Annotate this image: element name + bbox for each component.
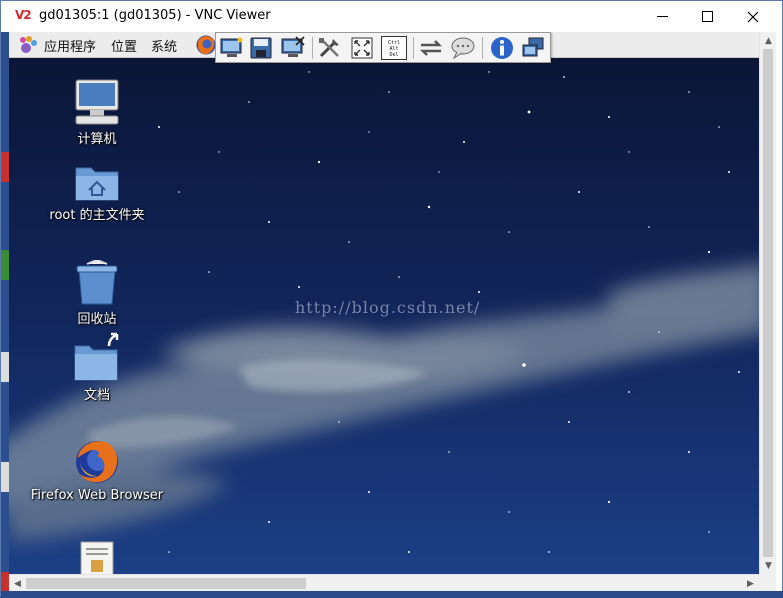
desktop-icon-label: Firefox Web Browser	[30, 488, 164, 503]
toolbar-separator	[413, 37, 414, 59]
desktop-icon-document[interactable]	[27, 540, 167, 574]
desktop-icon-label: 文档	[83, 388, 110, 403]
menu-places[interactable]: 位置	[111, 36, 137, 55]
vnc-toolbar: Ctrl Alt Del	[215, 32, 551, 63]
gnome-foot-icon[interactable]	[17, 35, 39, 55]
horizontal-scrollbar[interactable]: ◀ ▶	[9, 574, 759, 591]
minimize-icon	[656, 16, 668, 17]
maximize-button[interactable]	[684, 1, 730, 32]
documents-folder-icon	[74, 332, 119, 381]
toolbar-separator	[482, 37, 483, 59]
close-connection-icon[interactable]	[280, 36, 306, 60]
desktop-icon-label: 计算机	[77, 132, 117, 147]
window-title: gd01305:1 (gd01305) - VNC Viewer	[39, 8, 271, 23]
close-icon	[747, 11, 759, 22]
desktop-icon-label: root 的主文件夹	[49, 208, 145, 223]
del-label: Del	[389, 52, 399, 58]
maximize-icon	[701, 11, 713, 22]
vertical-scrollbar[interactable]: ▲ ▼	[759, 32, 776, 574]
scroll-left-arrow-icon[interactable]: ◀	[9, 575, 26, 592]
desktop-icon-documents[interactable]: 文档	[27, 330, 167, 403]
options-icon[interactable]	[317, 36, 343, 60]
remote-desktop-view[interactable]: 应用程序 位置 系统 Ctrl Alt Del 计算机 root 的主文件夹 回…	[9, 32, 759, 574]
chat-icon[interactable]	[450, 36, 476, 60]
ctrl-alt-del-button[interactable]: Ctrl Alt Del	[381, 36, 407, 60]
background-desktop-edge	[1, 32, 9, 591]
firefox-icon	[76, 441, 118, 483]
desktop-icon-label: 回收站	[77, 312, 117, 327]
close-button[interactable]	[730, 1, 776, 32]
desktop-icon-trash[interactable]: 回收站	[27, 260, 167, 327]
scroll-up-arrow-icon[interactable]: ▲	[760, 32, 777, 49]
home-folder-icon	[75, 167, 119, 201]
info-icon[interactable]	[489, 36, 515, 60]
minimize-button[interactable]	[639, 1, 685, 32]
vnc-viewer-window: V2 gd01305:1 (gd01305) - VNC Viewer 应用程序…	[0, 0, 783, 598]
transfer-icon[interactable]	[418, 36, 444, 60]
desktop-icon-firefox[interactable]: Firefox Web Browser	[27, 438, 167, 503]
desktop-icon-computer[interactable]: 计算机	[27, 78, 167, 147]
refresh-icon[interactable]	[520, 36, 546, 60]
scrollbar-corner	[759, 574, 776, 591]
background-window-fragments	[1, 152, 9, 591]
scroll-right-arrow-icon[interactable]: ▶	[742, 575, 759, 592]
horizontal-scroll-thumb[interactable]	[26, 578, 306, 589]
fullscreen-icon[interactable]	[349, 36, 375, 60]
trash-icon	[76, 260, 118, 305]
computer-icon	[75, 79, 119, 125]
desktop-icon-home-folder[interactable]: root 的主文件夹	[27, 162, 167, 223]
save-icon[interactable]	[248, 36, 274, 60]
title-bar[interactable]: V2 gd01305:1 (gd01305) - VNC Viewer	[1, 1, 782, 32]
vertical-scroll-thumb[interactable]	[763, 49, 773, 557]
watermark-text: http://blog.csdn.net/	[295, 298, 481, 317]
firefox-launcher-icon[interactable]	[195, 34, 217, 56]
menu-applications[interactable]: 应用程序	[44, 36, 96, 55]
menu-system[interactable]: 系统	[151, 36, 177, 55]
toolbar-separator	[312, 37, 313, 59]
new-connection-icon[interactable]	[219, 36, 245, 60]
document-icon	[80, 541, 114, 574]
vnc-logo-icon: V2	[15, 8, 32, 22]
scroll-down-arrow-icon[interactable]: ▼	[760, 557, 777, 574]
